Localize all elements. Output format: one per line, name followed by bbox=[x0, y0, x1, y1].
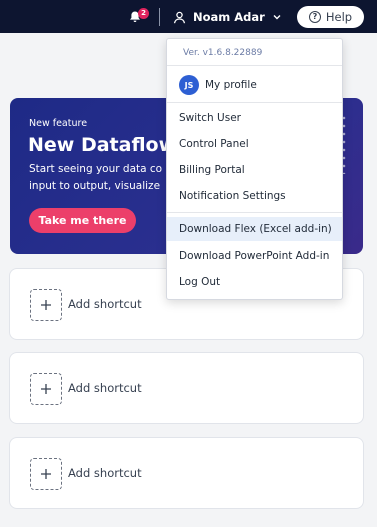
shortcut-label: Add shortcut bbox=[68, 297, 142, 311]
banner-tag: New feature bbox=[29, 118, 88, 129]
shortcut-label: Add shortcut bbox=[68, 381, 142, 395]
plus-icon bbox=[30, 289, 62, 321]
question-icon: ? bbox=[308, 11, 321, 23]
plus-icon bbox=[30, 373, 62, 405]
menu-divider bbox=[167, 65, 342, 66]
menu-item-download-powerpoint[interactable]: Download PowerPoint Add-in bbox=[167, 244, 342, 268]
user-menu-button[interactable]: Noam Adar bbox=[173, 7, 282, 27]
plus-icon bbox=[30, 458, 62, 490]
my-profile-label: My profile bbox=[205, 79, 257, 91]
user-name: Noam Adar bbox=[193, 10, 265, 24]
take-me-there-button[interactable]: Take me there bbox=[29, 208, 136, 233]
user-icon bbox=[173, 11, 186, 23]
chevron-down-icon bbox=[273, 15, 281, 20]
avatar: JS bbox=[179, 75, 199, 95]
menu-item-switch-user[interactable]: Switch User bbox=[167, 106, 342, 130]
my-profile-item[interactable]: JS My profile bbox=[167, 71, 342, 99]
help-button[interactable]: ? Help bbox=[297, 6, 364, 28]
menu-divider bbox=[167, 212, 342, 213]
banner-headline: New Dataflow bbox=[28, 134, 177, 156]
banner-body-line2: input to output, visualize bbox=[29, 180, 161, 192]
shortcut-label: Add shortcut bbox=[68, 466, 142, 480]
menu-divider bbox=[167, 102, 342, 103]
menu-item-download-flex[interactable]: Download Flex (Excel add-in) bbox=[167, 217, 342, 241]
help-label: Help bbox=[325, 10, 353, 24]
top-bar: 2 Noam Adar ? Help bbox=[0, 0, 377, 33]
menu-item-log-out[interactable]: Log Out bbox=[167, 270, 342, 294]
shortcut-card[interactable]: Add shortcut bbox=[9, 352, 364, 424]
version-label: Ver. v1.6.8.22889 bbox=[183, 48, 263, 58]
notification-badge: 2 bbox=[138, 8, 149, 19]
menu-item-control-panel[interactable]: Control Panel bbox=[167, 132, 342, 156]
user-dropdown-menu: Ver. v1.6.8.22889 JS My profile Switch U… bbox=[166, 38, 343, 300]
shortcut-card[interactable]: Add shortcut bbox=[9, 437, 364, 509]
menu-item-billing-portal[interactable]: Billing Portal bbox=[167, 158, 342, 182]
menu-item-notification-settings[interactable]: Notification Settings bbox=[167, 184, 342, 208]
header-divider bbox=[159, 8, 160, 26]
banner-body-line1: Start seeing your data co bbox=[29, 163, 163, 175]
